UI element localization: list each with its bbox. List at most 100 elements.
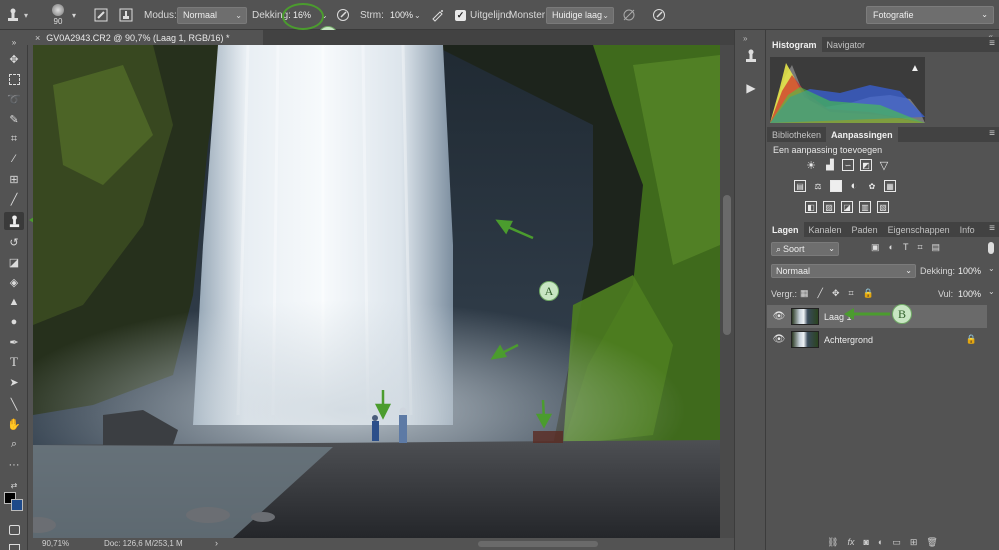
marquee-tool-icon[interactable] — [4, 70, 24, 88]
group-icon[interactable]: ▭ — [892, 537, 901, 548]
lock-pixels-icon[interactable]: ╱ — [818, 288, 823, 299]
tab-paths[interactable]: Paden — [847, 222, 883, 237]
dodge-tool-icon[interactable]: ● — [4, 313, 24, 331]
hue-saturation-icon[interactable]: ▤ — [794, 180, 806, 192]
type-filter-icon[interactable]: T — [903, 242, 909, 253]
fill-value[interactable]: 100% — [958, 289, 981, 299]
background-color-swatch[interactable] — [11, 499, 23, 511]
lock-transparency-icon[interactable]: ▦ — [800, 288, 809, 299]
chevron-down-icon[interactable]: ⌄ — [988, 264, 995, 273]
color-lookup-icon[interactable]: ▦ — [884, 180, 896, 192]
scrollbar-thumb[interactable] — [723, 195, 731, 335]
status-menu-arrow[interactable]: › — [215, 538, 218, 548]
curves-icon[interactable]: ∽ — [842, 159, 854, 171]
aligned-checkbox[interactable]: ✓ Uitgelijnd — [455, 0, 511, 30]
invert-icon[interactable]: ◧ — [805, 201, 817, 213]
tab-info[interactable]: Info — [955, 222, 980, 237]
type-tool-icon[interactable]: T — [4, 353, 24, 371]
panel-menu-icon[interactable]: ≡ — [989, 38, 995, 49]
color-balance-icon[interactable]: ⚖ — [812, 180, 824, 192]
new-layer-icon[interactable]: ⊞ — [910, 537, 918, 548]
tab-adjustments[interactable]: Aanpassingen — [826, 127, 898, 142]
blur-tool-icon[interactable]: ▲ — [4, 293, 24, 311]
pen-tool-icon[interactable]: ✒ — [4, 333, 24, 351]
actions-panel-button[interactable]: ▶ — [741, 78, 761, 98]
adjustment-filter-icon[interactable]: ◐ — [889, 242, 894, 253]
zoom-level[interactable]: 90,71% — [42, 539, 69, 548]
path-selection-tool-icon[interactable]: ➤ — [4, 373, 24, 391]
mask-icon[interactable]: ◙ — [863, 537, 868, 548]
quick-mask-icon[interactable] — [4, 521, 24, 539]
healing-brush-tool-icon[interactable]: ⊞ — [4, 170, 24, 188]
fx-icon[interactable]: fx — [847, 537, 854, 548]
selective-color-icon[interactable]: ▧ — [877, 201, 889, 213]
tab-navigator[interactable]: Navigator — [822, 37, 871, 52]
canvas-image[interactable] — [33, 45, 720, 538]
levels-icon[interactable]: ▟ — [824, 159, 836, 171]
crop-tool-icon[interactable]: ⌗ — [4, 130, 24, 148]
posterize-icon[interactable]: ▨ — [823, 201, 835, 213]
adjustment-icon[interactable]: ◐ — [878, 537, 883, 548]
channel-mixer-icon[interactable]: ✿ — [866, 180, 878, 192]
tab-histogram[interactable]: Histogram — [767, 37, 822, 52]
brightness-contrast-icon[interactable]: ☀ — [805, 159, 817, 172]
photo-filter-icon[interactable]: ◐ — [848, 180, 860, 192]
vibrance-icon[interactable]: ▽ — [878, 159, 890, 172]
lock-all-icon[interactable]: 🔒 — [863, 288, 874, 299]
brush-preset-picker[interactable]: 90 — [52, 0, 64, 30]
close-icon[interactable]: × — [35, 33, 40, 43]
collapse-icon[interactable]: » — [743, 34, 747, 43]
eye-icon[interactable]: 👁 — [767, 334, 791, 345]
workspace-select[interactable]: Fotografie ⌄ — [866, 6, 994, 24]
toggle-clone-source-button[interactable] — [117, 0, 135, 30]
mode-select[interactable]: Normaal ⌄ — [177, 6, 247, 24]
threshold-icon[interactable]: ◪ — [841, 201, 853, 213]
pressure-opacity-button[interactable] — [334, 0, 352, 30]
lock-artboard-icon[interactable]: ⌗ — [848, 288, 853, 299]
tab-libraries[interactable]: Bibliotheken — [767, 127, 826, 142]
toggle-brush-panel-button[interactable] — [92, 0, 110, 30]
flow-input[interactable]: 100% — [386, 7, 413, 24]
clone-stamp-tool-icon[interactable] — [4, 212, 24, 230]
layer-filter-select[interactable]: ⌕ Soort ⌄ — [771, 242, 839, 256]
tool-preset-picker[interactable]: ▾ — [4, 0, 28, 30]
eyedropper-tool-icon[interactable]: ⁄ — [4, 150, 24, 168]
clone-source-panel-button[interactable] — [741, 46, 761, 66]
brush-tool-icon[interactable]: ╱ — [4, 190, 24, 208]
lasso-tool-icon[interactable]: ➰ — [4, 90, 24, 108]
document-tab[interactable]: × GV0A2943.CR2 @ 90,7% (Laag 1, RGB/16) … — [27, 30, 263, 45]
tab-channels[interactable]: Kanalen — [804, 222, 847, 237]
panel-menu-icon[interactable]: ≡ — [989, 223, 995, 234]
blend-mode-select[interactable]: Normaal ⌄ — [771, 264, 916, 278]
chevron-down-icon[interactable]: ⌄ — [414, 11, 421, 20]
layer-row-achtergrond[interactable]: 👁 Achtergrond 🔒 — [767, 328, 987, 351]
screen-mode-icon[interactable] — [4, 539, 24, 550]
more-tools-icon[interactable]: ··· — [4, 456, 24, 474]
lock-position-icon[interactable]: ✥ — [832, 288, 840, 299]
trash-icon[interactable]: 🗑 — [926, 537, 937, 548]
ignore-adjustment-layers-button[interactable] — [620, 0, 638, 30]
zoom-tool-icon[interactable]: ⌕ — [4, 435, 24, 453]
panel-menu-icon[interactable]: ≡ — [989, 128, 995, 139]
tab-properties[interactable]: Eigenschappen — [883, 222, 955, 237]
tab-layers[interactable]: Lagen — [767, 222, 804, 237]
vertical-scrollbar[interactable] — [720, 45, 734, 538]
shape-filter-icon[interactable]: ⌗ — [917, 242, 922, 253]
line-tool-icon[interactable]: ╲ — [4, 395, 24, 413]
hand-tool-icon[interactable]: ✋ — [4, 415, 24, 433]
quick-select-tool-icon[interactable]: ✎ — [4, 110, 24, 128]
exposure-icon[interactable]: ◩ — [860, 159, 872, 171]
pressure-size-button[interactable] — [650, 0, 668, 30]
pixel-filter-icon[interactable]: ▣ — [871, 242, 880, 253]
history-brush-tool-icon[interactable]: ↺ — [4, 233, 24, 251]
airbrush-button[interactable] — [429, 0, 447, 30]
layer-opacity-value[interactable]: 100% — [958, 266, 981, 276]
black-white-icon[interactable] — [830, 180, 842, 192]
chevron-down-icon[interactable]: ⌄ — [988, 287, 995, 296]
eye-icon[interactable]: 👁 — [767, 311, 791, 322]
eraser-tool-icon[interactable]: ◪ — [4, 253, 24, 271]
horizontal-scrollbar-thumb[interactable] — [478, 541, 598, 547]
paint-bucket-tool-icon[interactable]: ◈ — [4, 273, 24, 291]
collapse-toolbar-icon[interactable]: » — [4, 33, 24, 51]
filter-toggle[interactable] — [988, 242, 994, 254]
